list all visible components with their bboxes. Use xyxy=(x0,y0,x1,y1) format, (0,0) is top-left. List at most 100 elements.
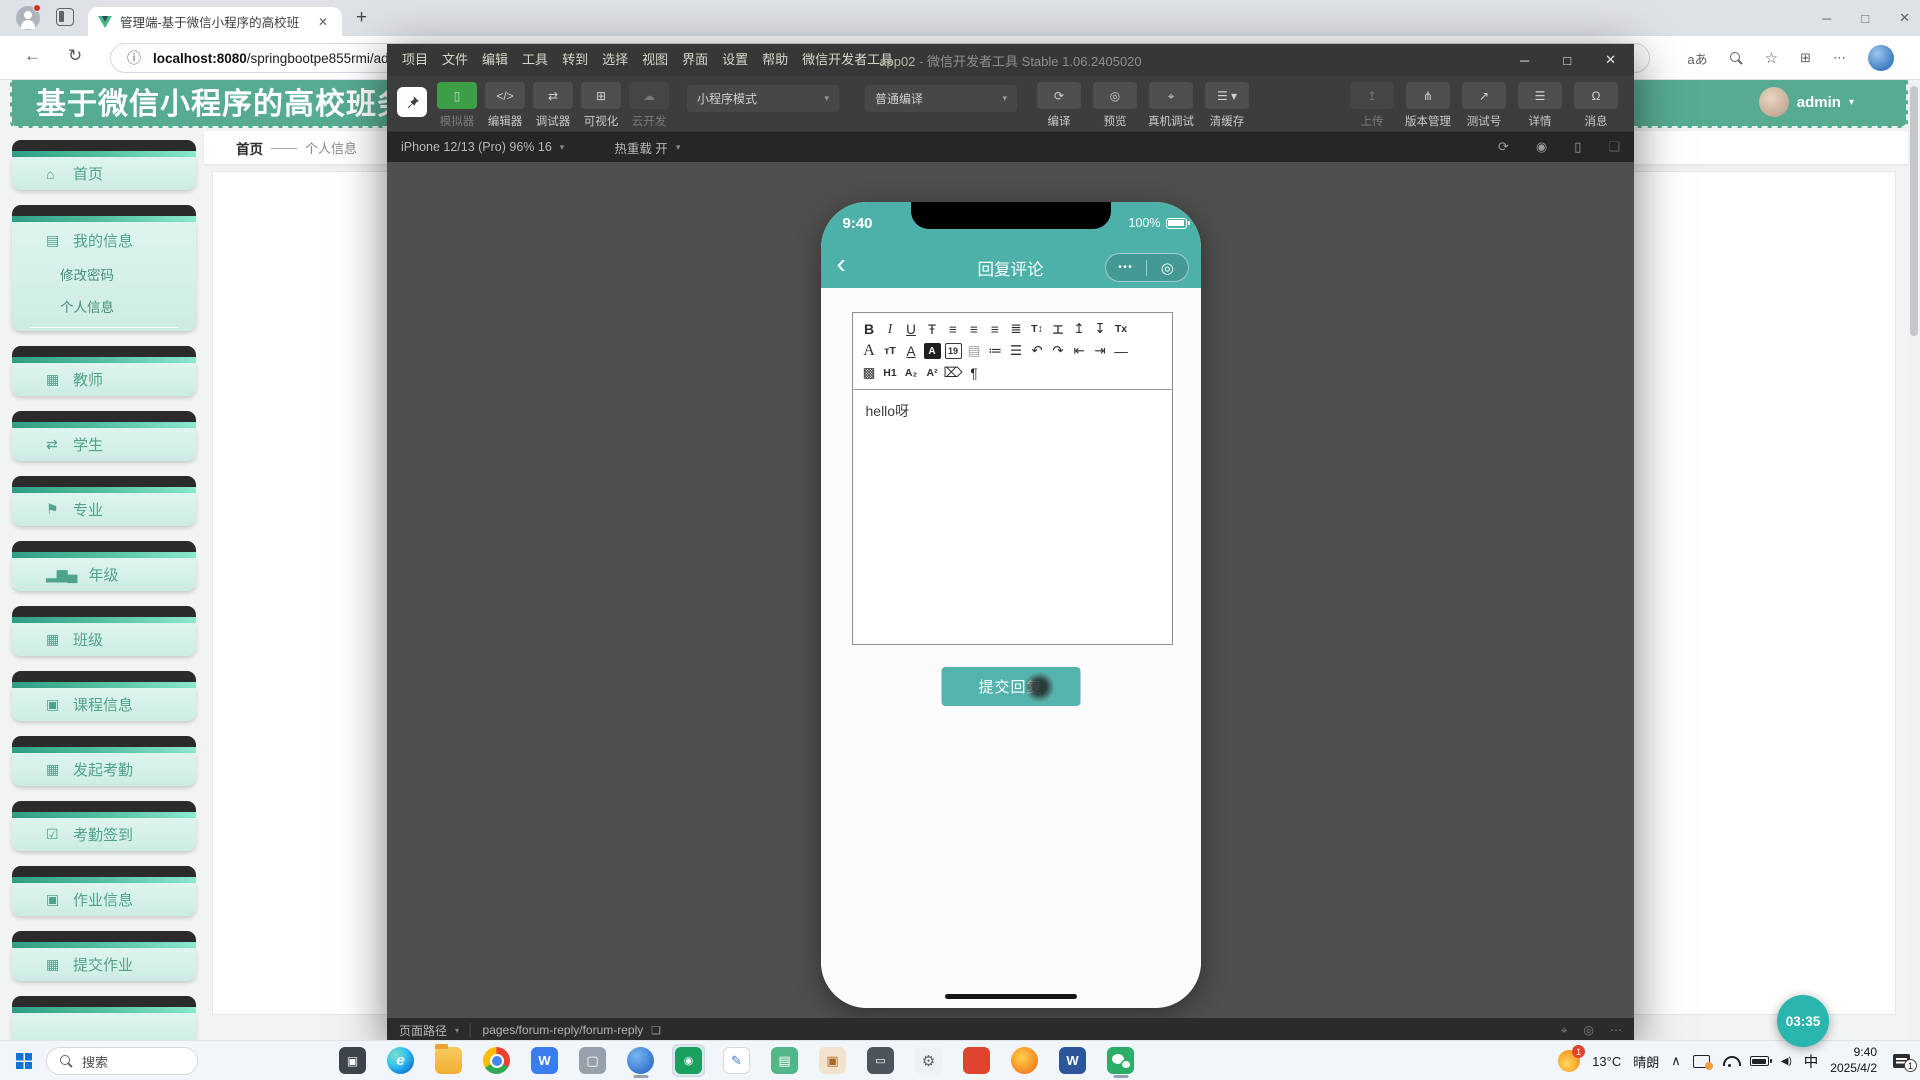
editor-toolbar-icon[interactable]: A xyxy=(901,340,922,362)
ime-indicator[interactable]: 中 xyxy=(1804,1051,1819,1072)
sidebar-item-my-info[interactable]: ▤ 我的信息 修改密码个人信息 xyxy=(12,205,196,331)
close-capsule-icon[interactable]: ◎ xyxy=(1147,259,1188,277)
more-menu-icon[interactable]: ⋯ xyxy=(1833,50,1846,66)
hidden-icons-chevron[interactable]: ∧ xyxy=(1671,1053,1681,1069)
devtools-action-button[interactable]: ⌖ 真机调试 xyxy=(1143,82,1199,129)
sidebar-item[interactable]: ▂▆▄ 年级 xyxy=(12,541,196,591)
browser-profile-icon[interactable] xyxy=(16,6,40,30)
refresh-icon[interactable]: ↻ xyxy=(68,46,82,66)
devtools-close-button[interactable]: ✕ xyxy=(1605,52,1616,68)
browser-avatar[interactable] xyxy=(1868,45,1894,71)
editor-toolbar-icon[interactable]: ≡ xyxy=(943,318,964,340)
devtools-action-button[interactable]: Ω 消息 xyxy=(1568,82,1624,129)
new-tab-button[interactable]: + xyxy=(356,7,367,29)
devtools-view-button[interactable]: ⇄ 调试器 xyxy=(529,82,577,129)
sidebar-submenu-item[interactable]: 个人信息 xyxy=(12,290,196,322)
sidebar-item[interactable]: ⚑ 专业 xyxy=(12,476,196,526)
device-bar-icon[interactable]: ▯ xyxy=(1574,139,1581,155)
taskbar-app-icon[interactable]: W xyxy=(528,1044,561,1077)
devtools-menu-item[interactable]: 微信开发者工具 xyxy=(795,44,900,76)
devtools-maximize-button[interactable]: □ xyxy=(1563,53,1571,68)
taskbar-app-icon[interactable] xyxy=(1008,1044,1041,1077)
devtools-action-button[interactable]: ↥ 上传 xyxy=(1344,82,1400,129)
sidebar-item[interactable] xyxy=(12,996,196,1046)
editor-toolbar-icon[interactable]: T↕ xyxy=(1027,318,1048,340)
sidebar-item[interactable]: ▣ 课程信息 xyxy=(12,671,196,721)
site-info-icon[interactable]: ⓘ xyxy=(127,48,141,68)
devtools-action-button[interactable]: ⋔ 版本管理 xyxy=(1400,82,1456,129)
editor-text-area[interactable]: hello呀 xyxy=(853,390,1172,635)
tab-close-icon[interactable]: ✕ xyxy=(318,15,328,29)
taskbar-app-icon[interactable] xyxy=(960,1044,993,1077)
sidebar-item[interactable]: ▦ 教师 xyxy=(12,346,196,396)
taskbar-clock[interactable]: 9:40 2025/4/2 xyxy=(1830,1045,1877,1076)
editor-toolbar-icon[interactable]: ≣ xyxy=(1006,318,1027,340)
editor-toolbar-icon[interactable]: — xyxy=(1111,340,1132,362)
taskbar-app-icon[interactable]: ▤ xyxy=(768,1044,801,1077)
device-bar-icon[interactable]: ⟳ xyxy=(1498,139,1509,155)
taskbar-app-icon[interactable]: ▣ xyxy=(336,1044,369,1077)
editor-toolbar-icon[interactable]: 19 xyxy=(945,343,962,359)
devtools-minimize-button[interactable]: ─ xyxy=(1520,53,1529,68)
editor-toolbar-icon[interactable]: ↶ xyxy=(1027,340,1048,362)
sidebar-item[interactable]: ▦ 提交作业 xyxy=(12,931,196,981)
pin-button[interactable] xyxy=(397,87,427,117)
devtools-view-button[interactable]: ⊞ 可视化 xyxy=(577,82,625,129)
devtools-action-button[interactable]: ⟳ 编译 xyxy=(1031,82,1087,129)
editor-toolbar-icon[interactable]: Ŧ xyxy=(922,318,943,340)
sidebar-item[interactable]: ▣ 作业信息 xyxy=(12,866,196,916)
editor-toolbar-icon[interactable]: ↧ xyxy=(1090,318,1111,340)
devtools-action-button[interactable]: ↗ 测试号 xyxy=(1456,82,1512,129)
editor-toolbar-icon[interactable]: B xyxy=(859,318,880,340)
taskbar-app-icon[interactable]: ✎ xyxy=(720,1044,753,1077)
submit-reply-button[interactable]: 提交回复 xyxy=(941,667,1080,706)
devtools-menu-item[interactable]: 设置 xyxy=(715,44,755,76)
editor-toolbar-icon[interactable]: ≔ xyxy=(985,340,1006,362)
editor-toolbar-icon[interactable]: ≡ xyxy=(985,318,1006,340)
rich-text-editor[interactable]: BIUŦ≡≡≡≣T↕工↥↧Tx AтTAA19▤≔☰↶↷⇤⇥— ▩H1A₂A²⌦… xyxy=(852,312,1173,645)
devtools-view-button[interactable]: </> 编辑器 xyxy=(481,82,529,129)
cast-icon[interactable] xyxy=(1693,1055,1710,1068)
devtools-menu-item[interactable]: 视图 xyxy=(635,44,675,76)
footer-icon[interactable]: ⌖ xyxy=(1561,1023,1568,1038)
devtools-menu-item[interactable]: 编辑 xyxy=(475,44,515,76)
page-path-label[interactable]: 页面路径 xyxy=(399,1022,447,1039)
browser-maximize-button[interactable]: □ xyxy=(1861,11,1869,26)
taskbar-app-icon[interactable]: ▢ xyxy=(576,1044,609,1077)
editor-toolbar-icon[interactable]: A₂ xyxy=(901,362,922,384)
editor-toolbar-icon[interactable]: ▤ xyxy=(964,340,985,362)
editor-toolbar-icon[interactable]: ≡ xyxy=(964,318,985,340)
sidebar-submenu-item[interactable]: 修改密码 xyxy=(12,258,196,290)
sidebar-item[interactable]: ▦ 班级 xyxy=(12,606,196,656)
editor-toolbar-icon[interactable]: ↷ xyxy=(1048,340,1069,362)
devtools-menu-item[interactable]: 转到 xyxy=(555,44,595,76)
floating-clock-bubble[interactable]: 03:35 xyxy=(1777,995,1829,1047)
devtools-action-button[interactable]: ☰ ▾ 清缓存 xyxy=(1199,82,1255,129)
devtools-titlebar[interactable]: app02 - 微信开发者工具 Stable 1.06.2405020 项目文件… xyxy=(387,44,1634,76)
devtools-menu-item[interactable]: 工具 xyxy=(515,44,555,76)
devtools-menu-item[interactable]: 项目 xyxy=(395,44,435,76)
admin-menu[interactable]: admin ▾ xyxy=(1759,87,1854,117)
translate-icon[interactable]: aあ xyxy=(1687,49,1707,68)
browser-tab[interactable]: 管理端-基于微信小程序的高校班 ✕ xyxy=(88,7,342,36)
browser-minimize-button[interactable]: ─ xyxy=(1822,11,1831,26)
devtools-action-button[interactable]: ◎ 预览 xyxy=(1087,82,1143,129)
editor-toolbar-icon[interactable]: H1 xyxy=(880,362,901,384)
taskbar-search[interactable]: 搜索 xyxy=(46,1047,198,1075)
editor-toolbar-icon[interactable]: ↥ xyxy=(1069,318,1090,340)
editor-toolbar-icon[interactable]: Tx xyxy=(1111,318,1132,340)
taskbar-app-icon[interactable]: ▭ xyxy=(864,1044,897,1077)
editor-toolbar-icon[interactable]: A xyxy=(924,343,941,359)
taskbar-app-icon[interactable] xyxy=(480,1044,513,1077)
sidebar-item-home[interactable]: ⌂ 首页 xyxy=(12,140,196,190)
device-bar-icon[interactable]: ◉ xyxy=(1536,139,1547,155)
editor-toolbar-icon[interactable]: ¶ xyxy=(964,362,985,384)
temperature[interactable]: 13°C xyxy=(1592,1054,1621,1069)
devtools-menu-item[interactable]: 界面 xyxy=(675,44,715,76)
favorites-icon[interactable]: ☆ xyxy=(1765,49,1778,67)
devtools-view-button[interactable]: ▯ 模拟器 xyxy=(433,82,481,129)
zoom-icon[interactable] xyxy=(1730,52,1743,65)
editor-toolbar-icon[interactable]: A² xyxy=(922,362,943,384)
scrollbar-thumb[interactable] xyxy=(1910,86,1918,336)
taskbar-app-icon[interactable]: ⚙ xyxy=(912,1044,945,1077)
